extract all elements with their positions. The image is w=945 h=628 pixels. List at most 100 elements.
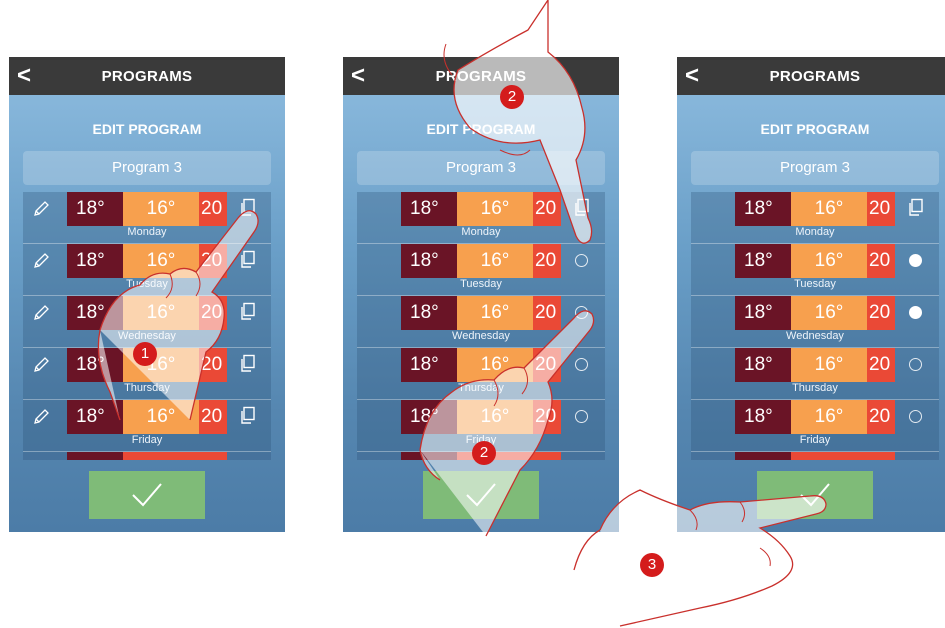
temperature-bar: 18° 16° 20 [67,400,227,434]
day-row-monday: 18° 16° 20 Monday [23,192,271,244]
copy-icon[interactable] [239,354,257,374]
temp-segment: 18° [735,348,791,382]
top-bar: < PROGRAMS [343,57,619,95]
temp-segment [735,452,791,460]
temp-segment: 18° [67,192,123,226]
pencil-icon[interactable] [31,355,51,375]
day-label: Thursday [124,382,170,394]
temp-segment: 18° [401,348,457,382]
copy-icon[interactable] [573,198,591,218]
temp-segment: 20 [867,296,895,330]
day-label: Friday [131,434,163,446]
day-row-partial [691,452,939,460]
edit-program-heading: EDIT PROGRAM [760,121,870,137]
radio-selected-icon[interactable] [909,306,922,319]
radio-icon[interactable] [909,358,922,371]
temp-segment: 20 [533,296,561,330]
copy-icon[interactable] [907,198,925,218]
temp-segment: 16° [123,244,199,278]
temp-segment: 18° [401,244,457,278]
radio-icon[interactable] [575,358,588,371]
temp-segment: 16° [123,296,199,330]
checkmark-icon [132,483,162,507]
pencil-icon[interactable] [31,303,51,323]
temp-segment: 16° [791,348,867,382]
day-row-thursday: 18° 16° 20 Thursday [357,348,605,400]
temp-segment: 18° [735,400,791,434]
top-bar: < PROGRAMS [677,57,945,95]
day-label: Thursday [792,382,838,394]
temperature-bar: 18° 16° 20 [401,348,561,382]
temp-segment: 18° [401,400,457,434]
temp-segment: 20 [867,348,895,382]
screen-title: PROGRAMS [101,68,193,85]
pencil-icon[interactable] [31,199,51,219]
radio-selected-icon[interactable] [909,254,922,267]
step-badge-3: 3 [640,553,664,577]
temperature-bar: 18° 16° 20 [401,296,561,330]
day-label: Monday [795,226,835,238]
day-row-thursday: 18° 16° 20 Thursday [691,348,939,400]
program-name-field[interactable]: Program 3 [23,151,271,185]
temp-segment: 20 [199,244,227,278]
temp-segment [401,452,457,460]
temp-segment: 18° [401,192,457,226]
day-row-monday: 18° 16° 20 Monday [691,192,939,244]
temperature-bar [67,452,227,460]
temperature-bar: 18° 16° 20 [401,192,561,226]
day-row-wednesday: 18° 16° 20 Wednesday [23,296,271,348]
confirm-button[interactable] [89,471,205,519]
temp-segment: 20 [533,192,561,226]
radio-icon[interactable] [575,254,588,267]
temp-segment: 18° [67,244,123,278]
program-name-field[interactable]: Program 3 [357,151,605,185]
program-name-field[interactable]: Program 3 [691,151,939,185]
day-label: Friday [799,434,831,446]
temp-segment: 20 [533,244,561,278]
confirm-button[interactable] [757,471,873,519]
copy-icon[interactable] [239,406,257,426]
confirm-button[interactable] [423,471,539,519]
day-label: Tuesday [794,278,836,290]
day-label: Tuesday [460,278,502,290]
day-label: Monday [127,226,167,238]
temperature-bar: 18° 16° 20 [735,192,895,226]
temp-segment: 16° [791,296,867,330]
temp-segment: 20 [199,192,227,226]
temp-segment: 16° [457,192,533,226]
day-list: 18° 16° 20 Monday 18° 16° 20 Tuesday 18° 16° 2… [23,192,271,460]
copy-icon[interactable] [239,250,257,270]
temp-segment: 20 [199,400,227,434]
radio-icon[interactable] [575,410,588,423]
temp-segment: 18° [735,296,791,330]
day-row-tuesday: 18° 16° 20 Tuesday [357,244,605,296]
radio-icon[interactable] [909,410,922,423]
day-row-wednesday: 18° 16° 20 Wednesday [357,296,605,348]
day-row-tuesday: 18° 16° 20 Tuesday [23,244,271,296]
temperature-bar: 18° 16° 20 [735,296,895,330]
radio-icon[interactable] [575,306,588,319]
temperature-bar: 18° 16° 20 [735,400,895,434]
step-badge-2-bottom: 2 [472,441,496,465]
step-badge-2-top: 2 [500,85,524,109]
temp-segment: 16° [457,400,533,434]
copy-icon[interactable] [239,198,257,218]
temp-segment: 16° [123,192,199,226]
copy-icon[interactable] [239,302,257,322]
pencil-icon[interactable] [31,407,51,427]
pencil-icon[interactable] [31,251,51,271]
temp-segment: 20 [199,296,227,330]
temp-segment [791,452,895,460]
day-label: Wednesday [118,330,176,342]
temp-segment: 20 [867,192,895,226]
temperature-bar: 18° 16° 20 [67,244,227,278]
day-label: Wednesday [786,330,844,342]
temp-segment [67,452,123,460]
temp-segment: 18° [67,296,123,330]
temp-segment: 20 [533,400,561,434]
temperature-bar: 18° 16° 20 [735,244,895,278]
temp-segment: 20 [867,244,895,278]
day-row-friday: 18° 16° 20 Friday [691,400,939,452]
temp-segment: 18° [735,192,791,226]
temperature-bar: 18° 16° 20 [67,296,227,330]
